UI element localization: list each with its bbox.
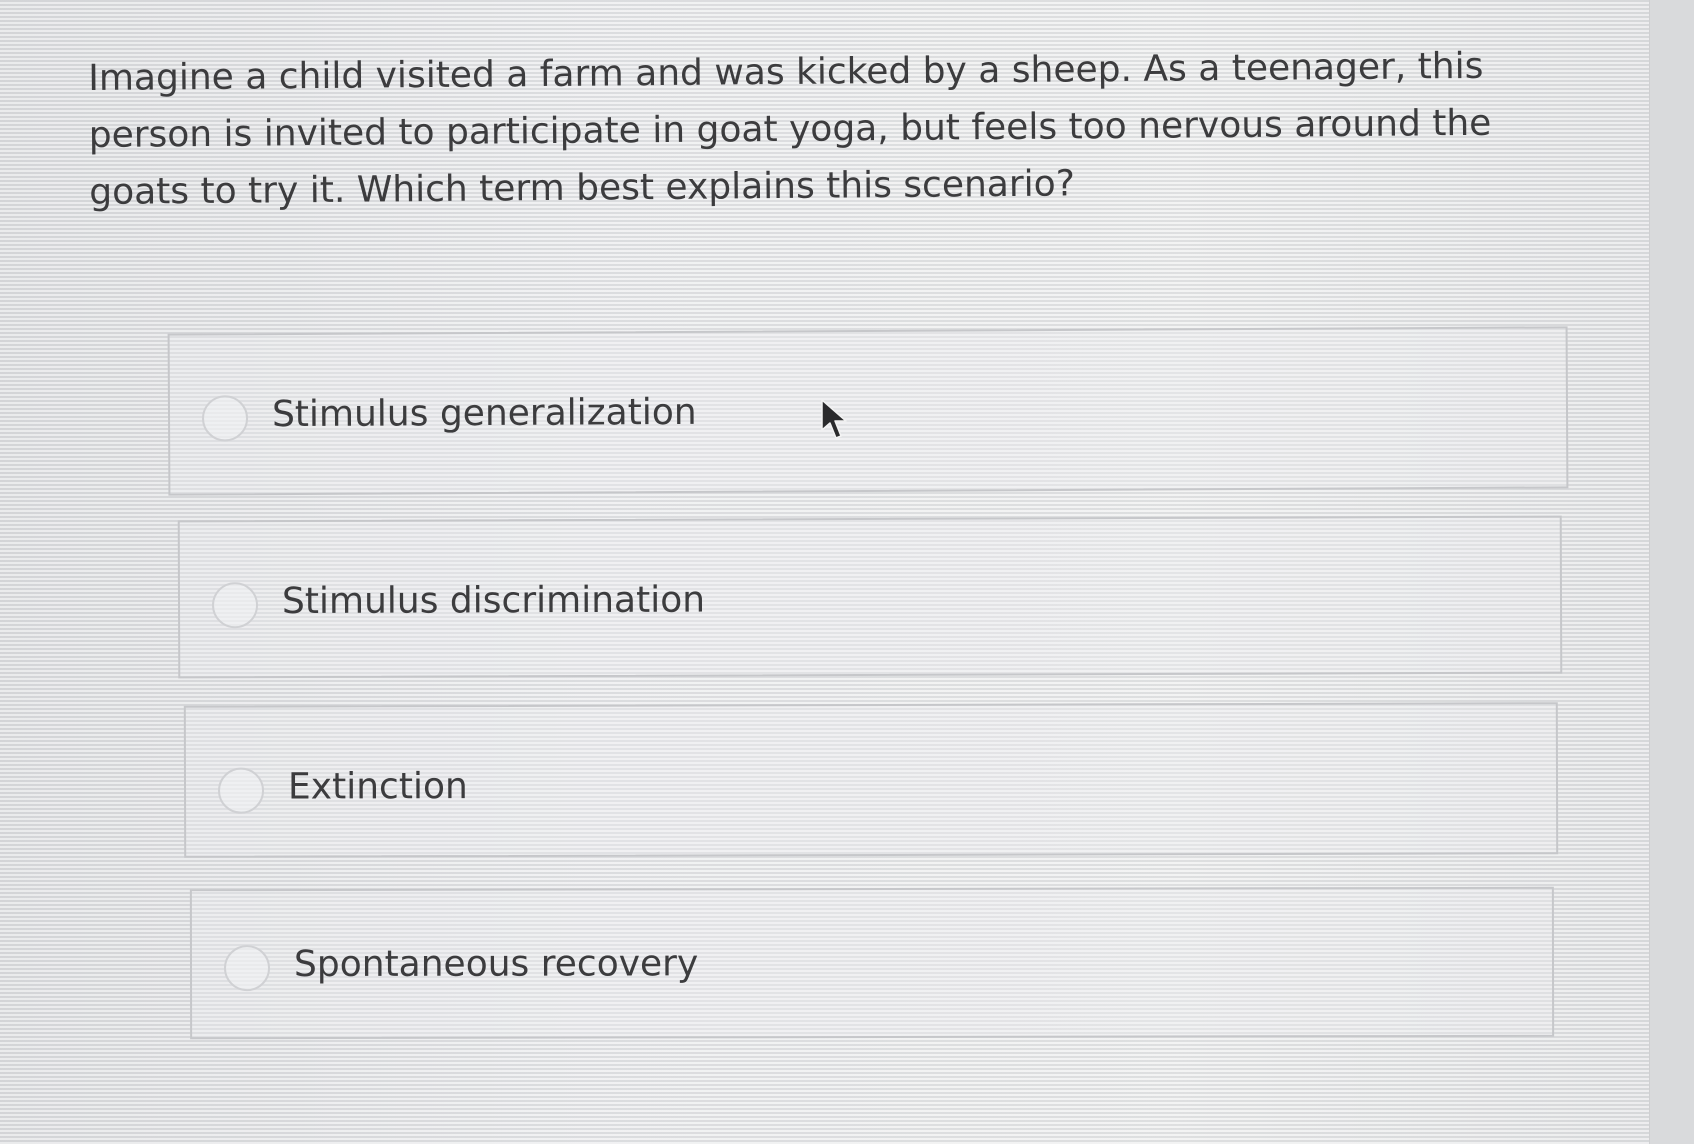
option-label: Spontaneous recovery	[293, 943, 699, 986]
option-label: Stimulus generalization	[271, 391, 697, 436]
answer-option-extinction[interactable]: Extinction	[183, 702, 1559, 858]
radio-button[interactable]	[223, 945, 271, 992]
answer-option-stimulus-discrimination[interactable]: Stimulus discrimination	[177, 515, 1563, 679]
option-label: Stimulus discrimination	[281, 579, 706, 623]
arrow-cursor-icon	[821, 399, 847, 439]
answer-options: Stimulus generalization Stimulus discrim…	[0, 0, 1694, 1144]
radio-button[interactable]	[211, 582, 259, 629]
radio-button[interactable]	[201, 395, 249, 442]
answer-option-stimulus-generalization[interactable]: Stimulus generalization	[167, 326, 1569, 496]
option-label: Extinction	[287, 766, 468, 808]
answer-option-spontaneous-recovery[interactable]: Spontaneous recovery	[189, 886, 1555, 1040]
radio-button[interactable]	[217, 767, 265, 814]
